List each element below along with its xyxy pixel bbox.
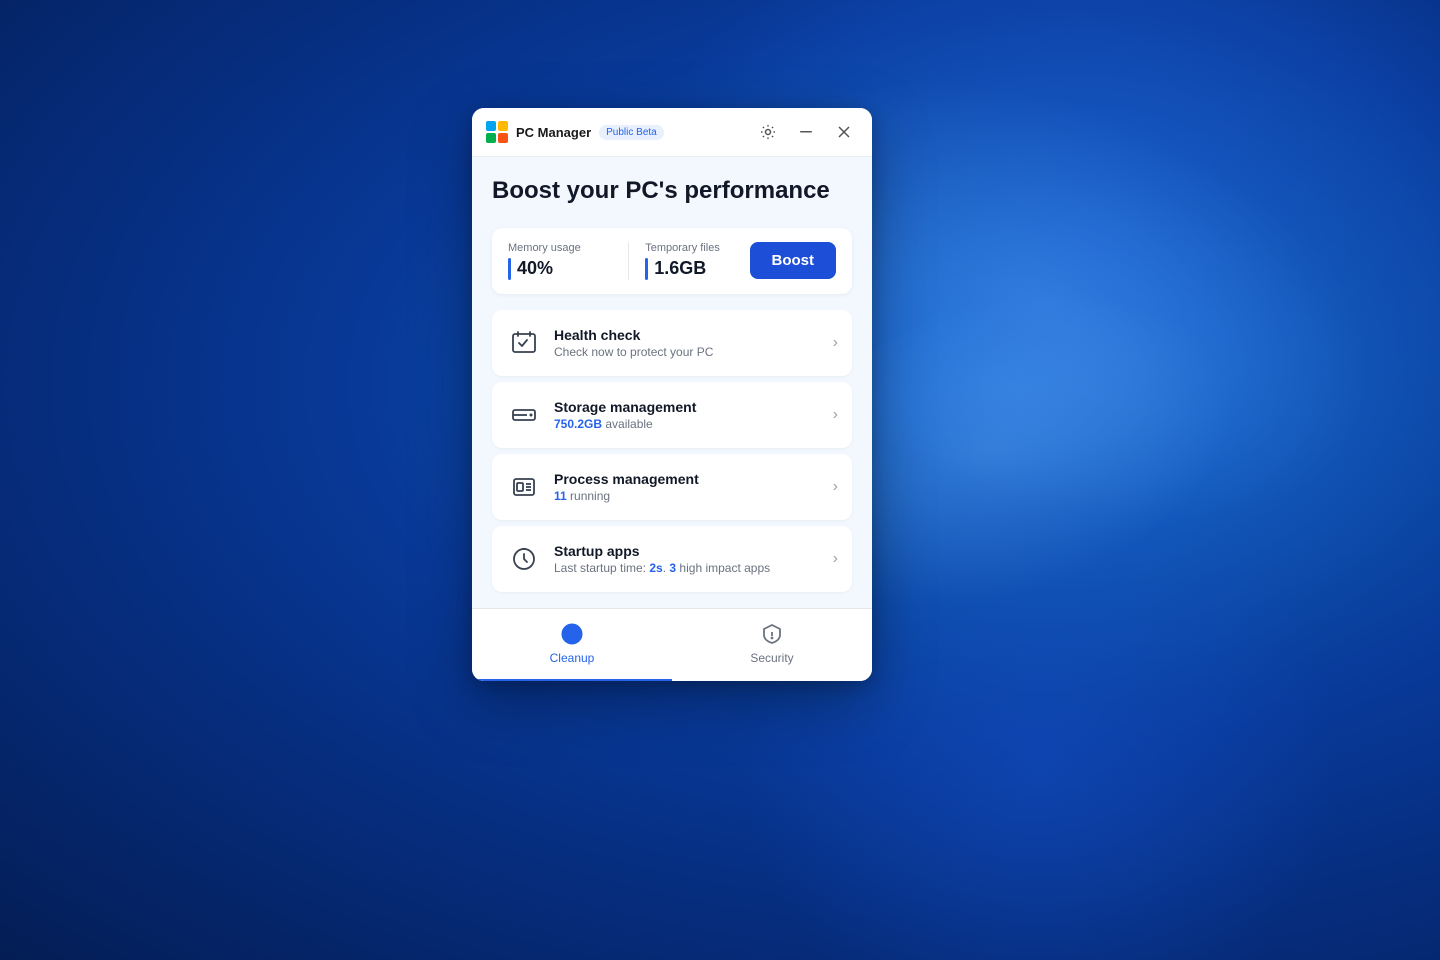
storage-management-text: Storage management 750.2GB available xyxy=(554,399,825,431)
memory-stat: Memory usage 40% xyxy=(508,242,629,280)
window-body: Boost your PC's performance Memory usage… xyxy=(472,157,872,598)
process-management-item[interactable]: Process management 11 running › xyxy=(492,454,852,520)
settings-button[interactable] xyxy=(754,118,782,146)
menu-list: Health check Check now to protect your P… xyxy=(492,310,852,598)
title-bar-controls xyxy=(754,118,858,146)
health-check-item[interactable]: Health check Check now to protect your P… xyxy=(492,310,852,376)
tab-security[interactable]: Security xyxy=(672,609,872,681)
close-button[interactable] xyxy=(830,118,858,146)
storage-management-item[interactable]: Storage management 750.2GB available › xyxy=(492,382,852,448)
startup-time-accent: 2s xyxy=(649,561,662,575)
startup-apps-text: Startup apps Last startup time: 2s. 3 hi… xyxy=(554,543,825,575)
memory-value: 40% xyxy=(517,258,553,279)
startup-apps-subtitle: Last startup time: 2s. 3 high impact app… xyxy=(554,561,825,575)
page-title: Boost your PC's performance xyxy=(492,177,852,206)
temp-files-stat: Temporary files 1.6GB xyxy=(645,242,749,280)
security-icon xyxy=(759,621,785,647)
bottom-nav: Cleanup Security xyxy=(472,608,872,681)
app-title: PC Manager xyxy=(516,125,591,140)
temp-files-value: 1.6GB xyxy=(654,258,706,279)
process-count-accent: 11 xyxy=(554,489,567,503)
process-management-chevron-icon: › xyxy=(833,478,838,496)
storage-accent: 750.2GB xyxy=(554,417,602,431)
process-management-text: Process management 11 running xyxy=(554,471,825,503)
cleanup-label: Cleanup xyxy=(550,651,595,665)
memory-bar-indicator xyxy=(508,258,511,280)
storage-management-chevron-icon: › xyxy=(833,406,838,424)
health-check-chevron-icon: › xyxy=(833,334,838,352)
security-label: Security xyxy=(750,651,793,665)
minimize-button[interactable] xyxy=(792,118,820,146)
startup-impact-accent: 3 xyxy=(669,561,676,575)
title-bar: PC Manager Public Beta xyxy=(472,108,872,157)
process-management-title: Process management xyxy=(554,471,825,487)
storage-management-subtitle: 750.2GB available xyxy=(554,417,825,431)
storage-management-icon xyxy=(506,397,542,433)
startup-apps-title: Startup apps xyxy=(554,543,825,559)
storage-management-title: Storage management xyxy=(554,399,825,415)
boost-panel: Memory usage 40% Temporary files 1.6GB B… xyxy=(492,228,852,294)
process-management-subtitle: 11 running xyxy=(554,489,825,503)
tab-cleanup[interactable]: Cleanup xyxy=(472,609,672,681)
process-management-icon xyxy=(506,469,542,505)
app-icon xyxy=(486,121,508,143)
health-check-title: Health check xyxy=(554,327,825,343)
health-check-text: Health check Check now to protect your P… xyxy=(554,327,825,359)
temp-files-bar-indicator xyxy=(645,258,648,280)
beta-badge: Public Beta xyxy=(599,125,664,140)
startup-apps-item[interactable]: Startup apps Last startup time: 2s. 3 hi… xyxy=(492,526,852,592)
startup-apps-chevron-icon: › xyxy=(833,550,838,568)
startup-apps-icon xyxy=(506,541,542,577)
cleanup-icon xyxy=(559,621,585,647)
health-check-icon xyxy=(506,325,542,361)
temp-files-label: Temporary files xyxy=(645,242,749,254)
boost-button[interactable]: Boost xyxy=(750,242,837,279)
health-check-subtitle: Check now to protect your PC xyxy=(554,345,825,359)
memory-label: Memory usage xyxy=(508,242,612,254)
app-window: PC Manager Public Beta xyxy=(472,108,872,681)
